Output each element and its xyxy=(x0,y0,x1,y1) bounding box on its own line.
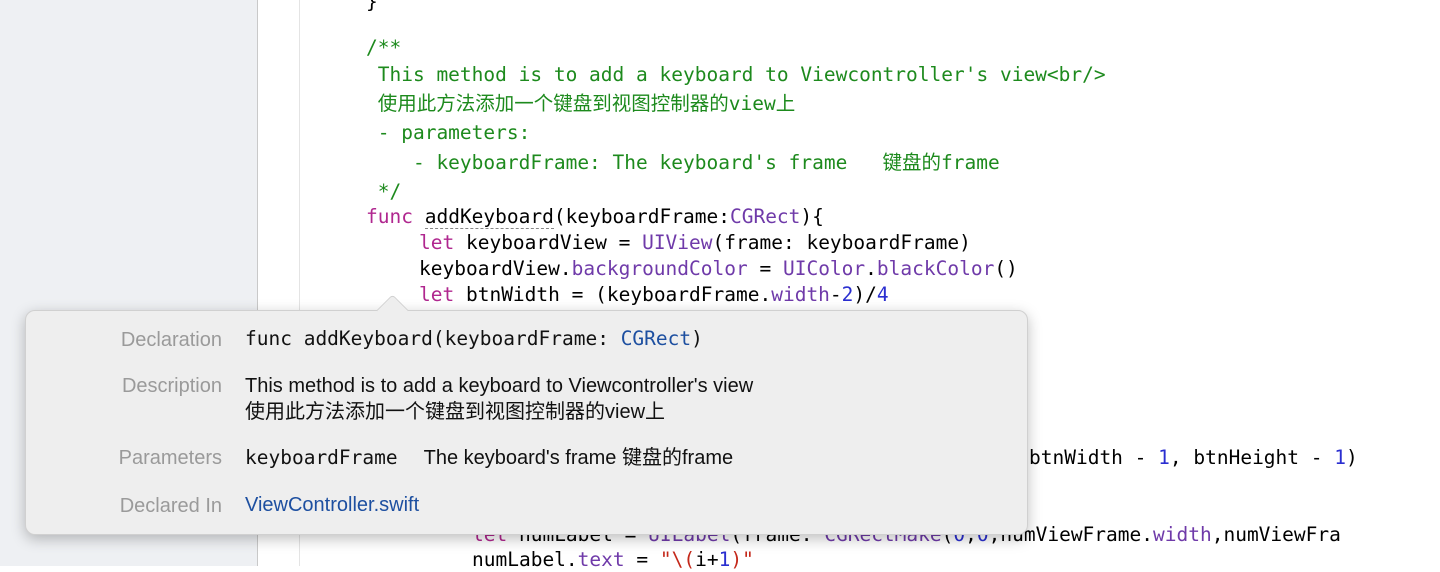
code-text: )/ xyxy=(853,283,877,306)
declaration-text: ) xyxy=(691,327,703,350)
function-name[interactable]: addKeyboard xyxy=(424,205,554,229)
code-text: = xyxy=(747,257,783,280)
keyword: func xyxy=(366,205,413,228)
parameter-row: keyboardFrame The keyboard's frame 键盘的fra… xyxy=(245,445,733,471)
description-line-1: This method is to add a keyboard to View… xyxy=(245,375,754,397)
parameter-description: The keyboard's frame 键盘的frame xyxy=(423,447,734,469)
code-text: i+ xyxy=(695,548,719,571)
doc-comment-close: */ xyxy=(366,180,402,203)
code-text: ) xyxy=(1346,446,1358,469)
quick-help-popover: Declaration func addKeyboard(keyboardFra… xyxy=(25,294,1028,535)
code-text: () xyxy=(994,257,1018,280)
code-text: , btnHeight - xyxy=(1169,446,1335,469)
declared-in-label: Declared In xyxy=(119,495,222,517)
keyword: let xyxy=(419,231,455,254)
code-text: . xyxy=(865,257,877,280)
number-literal: 4 xyxy=(876,283,889,306)
code-line: btnWidth - 1, btnHeight - 1) xyxy=(1029,446,1358,470)
code-line: keyboardView.backgroundColor = UIColor.b… xyxy=(419,257,1018,281)
doc-comment-line: 使用此方法添加一个键盘到视图控制器的view上 xyxy=(366,92,796,115)
property-name: width xyxy=(1153,523,1212,546)
type-name: UIView xyxy=(642,231,713,254)
parameters-label: Parameters xyxy=(118,447,222,469)
property-name: text xyxy=(577,548,625,571)
code-line: } xyxy=(366,0,378,13)
code-line: let keyboardView = UIView(frame: keyboar… xyxy=(419,231,971,255)
declaration-type-link[interactable]: CGRect xyxy=(621,327,691,350)
code-line: numLabel.text = "\(i+1)" xyxy=(472,548,754,572)
doc-comment-line: - parameters: xyxy=(366,121,531,144)
doc-comment-line: - keyboardFrame: The keyboard's frame 键盘… xyxy=(366,151,1000,174)
number-literal: 2 xyxy=(841,283,854,306)
code-text: numLabel. xyxy=(472,548,578,571)
parameter-name: keyboardFrame xyxy=(245,446,398,469)
property-name: backgroundColor xyxy=(571,257,748,280)
code-text: - xyxy=(829,283,842,306)
description-label: Description xyxy=(121,375,222,397)
doc-comment-line: This method is to add a keyboard to View… xyxy=(366,63,1106,86)
string-literal: )" xyxy=(730,548,754,571)
number-literal: 1 xyxy=(1334,446,1347,469)
type-name: UIColor xyxy=(782,257,866,280)
type-name: CGRect xyxy=(729,205,801,228)
code-text: = xyxy=(624,548,660,571)
description-line-2: 使用此方法添加一个键盘到视图控制器的view上 xyxy=(245,401,666,423)
doc-comment-open: /** xyxy=(366,36,402,59)
number-literal: 1 xyxy=(1158,446,1170,469)
code-text: (keyboardFrame: xyxy=(553,205,730,228)
code-text: btnWidth = (keyboardFrame. xyxy=(454,283,772,306)
code-text: keyboardView = xyxy=(454,231,643,254)
keyword: let xyxy=(419,283,455,306)
code-text: btnWidth - xyxy=(1029,446,1159,469)
property-name: width xyxy=(771,283,830,306)
code-text: keyboardView. xyxy=(419,257,572,280)
number-literal: 1 xyxy=(718,548,731,571)
declared-in-file-link[interactable]: ViewController.swift xyxy=(245,493,419,518)
string-literal: "\( xyxy=(659,548,696,571)
code-text: ){ xyxy=(800,205,824,228)
code-text: ,numViewFra xyxy=(1211,523,1341,546)
code-text: (frame: keyboardFrame) xyxy=(712,231,971,254)
method-name: blackColor xyxy=(876,257,995,280)
declaration-label: Declaration xyxy=(120,329,222,351)
declaration-text: func addKeyboard(keyboardFrame: xyxy=(245,327,621,350)
code-line: let btnWidth = (keyboardFrame.width-2)/4 xyxy=(419,283,889,307)
declaration-value: func addKeyboard(keyboardFrame: CGRect) xyxy=(245,326,703,351)
code-line-func: func addKeyboard(keyboardFrame:CGRect){ xyxy=(366,205,824,229)
